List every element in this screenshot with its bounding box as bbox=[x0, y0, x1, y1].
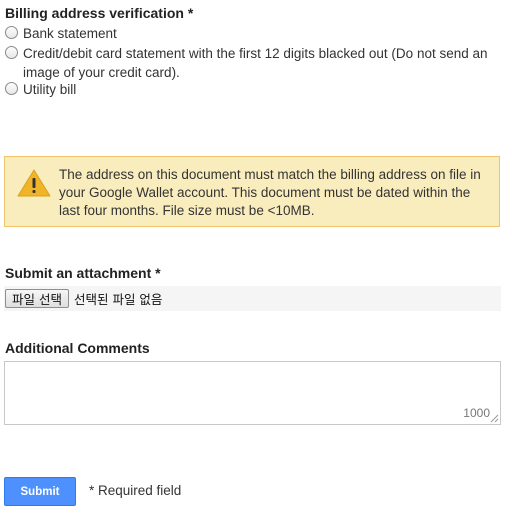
radio-button[interactable] bbox=[5, 46, 18, 59]
radio-option-bank-statement[interactable]: Bank statement bbox=[5, 24, 493, 43]
file-upload-row: 파일 선택 선택된 파일 없음 bbox=[4, 286, 501, 311]
resize-grip-icon[interactable] bbox=[490, 414, 499, 423]
file-status-text: 선택된 파일 없음 bbox=[73, 292, 163, 307]
submit-button[interactable]: Submit bbox=[4, 477, 76, 506]
radio-label: Credit/debit card statement with the fir… bbox=[23, 46, 488, 80]
radio-label: Utility bill bbox=[23, 82, 77, 97]
radio-button[interactable] bbox=[5, 82, 18, 95]
billing-verification-label: Billing address verification * bbox=[5, 5, 194, 21]
form-page: Billing address verification * Bank stat… bbox=[0, 0, 509, 517]
char-counter: 1000 bbox=[463, 406, 490, 420]
radio-button[interactable] bbox=[5, 26, 18, 39]
additional-comments-label: Additional Comments bbox=[5, 340, 150, 356]
radio-option-utility-bill[interactable]: Utility bill bbox=[5, 80, 493, 99]
warning-triangle-icon bbox=[17, 169, 51, 197]
attachment-label: Submit an attachment * bbox=[5, 265, 161, 281]
comments-textarea[interactable]: 1000 bbox=[4, 361, 501, 425]
required-field-note: * Required field bbox=[89, 483, 182, 498]
radio-option-card-statement[interactable]: Credit/debit card statement with the fir… bbox=[5, 44, 493, 82]
warning-notice: The address on this document must match … bbox=[4, 156, 500, 227]
choose-file-button[interactable]: 파일 선택 bbox=[5, 289, 69, 308]
radio-label: Bank statement bbox=[23, 26, 117, 41]
warning-text: The address on this document must match … bbox=[59, 167, 481, 218]
